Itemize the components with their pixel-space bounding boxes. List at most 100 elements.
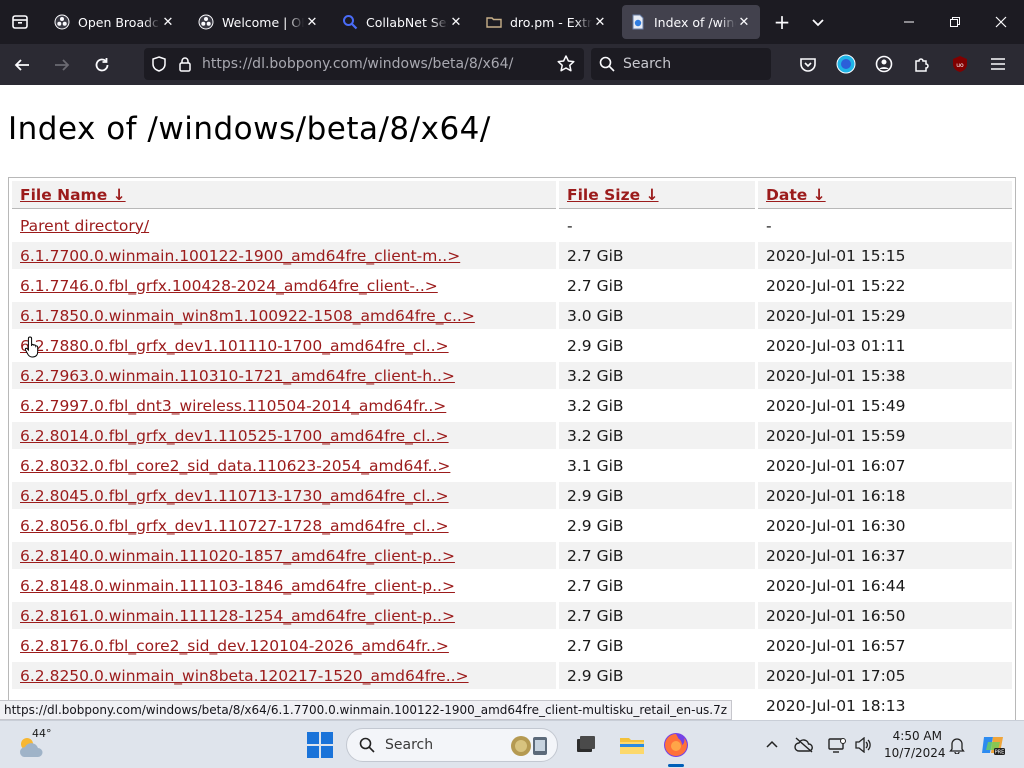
- search-placeholder: Search: [623, 56, 672, 72]
- account-icon: [875, 55, 893, 73]
- close-tab-icon[interactable]: ✕: [736, 15, 752, 30]
- parent-directory-link[interactable]: Parent directory/: [20, 217, 149, 235]
- table-row: 6.2.7997.0.fbl_dnt3_wireless.110504-2014…: [12, 392, 1012, 419]
- start-button[interactable]: [306, 731, 334, 759]
- file-name-cell: 6.2.7963.0.winmain.110310-1721_amd64fre_…: [12, 362, 556, 389]
- search-icon: [342, 14, 358, 30]
- close-tab-icon[interactable]: ✕: [592, 15, 608, 30]
- header-file-size: File Size ↓: [559, 181, 755, 209]
- file-name-cell: 6.2.7997.0.fbl_dnt3_wireless.110504-2014…: [12, 392, 556, 419]
- ublock-origin-button[interactable]: uo: [942, 48, 978, 80]
- globe-extension-icon: [836, 54, 856, 74]
- firefox-view-button[interactable]: [0, 0, 40, 44]
- file-name-cell: 6.2.8140.0.winmain.111020-1857_amd64fre_…: [12, 542, 556, 569]
- app-menu-button[interactable]: [980, 48, 1016, 80]
- page-title: Index of /windows/beta/8/x64/: [8, 111, 491, 147]
- file-link[interactable]: 6.2.8250.0.winmain_win8beta.120217-1520_…: [20, 667, 469, 685]
- file-size-cell: 2.7 GiB: [567, 276, 624, 295]
- list-all-tabs-button[interactable]: [800, 5, 836, 39]
- notifications-button[interactable]: [946, 733, 968, 757]
- file-link[interactable]: 6.2.8176.0.fbl_core2_sid_dev.120104-2026…: [20, 637, 449, 655]
- extension-globe-button[interactable]: [828, 48, 864, 80]
- search-icon: [359, 737, 375, 753]
- back-button[interactable]: [4, 49, 40, 81]
- file-date-cell: 2020-Jul-01 15:38: [758, 362, 1012, 389]
- tracking-protection-shield-icon[interactable]: [150, 55, 168, 73]
- tray-cloud-offline[interactable]: [792, 733, 816, 757]
- sort-by-name-link[interactable]: File Name ↓: [20, 186, 126, 204]
- search-bar[interactable]: Search: [591, 48, 771, 80]
- tab-5[interactable]: Index of /windows/beta/8/x64/✕: [622, 5, 760, 39]
- bookmark-star-icon[interactable]: [556, 54, 576, 74]
- file-name-cell: 6.2.8045.0.fbl_grfx_dev1.110713-1730_amd…: [12, 482, 556, 509]
- chevron-up-icon: [766, 740, 778, 748]
- mouse-pointer-hand-icon: [24, 336, 39, 358]
- file-link[interactable]: 6.2.8032.0.fbl_core2_sid_data.110623-205…: [20, 457, 450, 475]
- taskbar-app-file-explorer[interactable]: [616, 729, 648, 761]
- file-date-cell: 2020-Jul-01 15:29: [758, 302, 1012, 329]
- maximize-button[interactable]: [932, 0, 978, 44]
- close-tab-icon[interactable]: ✕: [160, 15, 176, 30]
- table-row: 6.2.8056.0.fbl_grfx_dev1.110727-1728_amd…: [12, 512, 1012, 539]
- minimize-button[interactable]: [886, 0, 932, 44]
- svg-text:uo: uo: [956, 62, 964, 69]
- show-hidden-icons-button[interactable]: [762, 733, 782, 757]
- url-path: /windows/beta/8/x64/: [362, 56, 514, 72]
- file-link[interactable]: 6.2.8140.0.winmain.111020-1857_amd64fre_…: [20, 547, 455, 565]
- lock-icon[interactable]: [178, 56, 192, 72]
- reload-button[interactable]: [84, 49, 120, 81]
- file-date-cell: 2020-Jul-01 16:18: [758, 482, 1012, 509]
- taskbar-search-box[interactable]: Search: [346, 728, 558, 762]
- extensions-button[interactable]: [904, 48, 940, 80]
- new-tab-button[interactable]: +: [764, 5, 800, 39]
- puzzle-icon: [915, 58, 929, 72]
- taskbar-app-firefox[interactable]: [660, 729, 692, 767]
- close-window-button[interactable]: [978, 0, 1024, 44]
- clock-date: 10/7/2024: [884, 746, 946, 760]
- file-size-cell: -: [567, 216, 573, 235]
- file-name-cell: 6.1.7700.0.winmain.100122-1900_amd64fre_…: [12, 242, 556, 269]
- copilot-button[interactable]: PRE: [978, 733, 1008, 757]
- file-link[interactable]: 6.2.7997.0.fbl_dnt3_wireless.110504-2014…: [20, 397, 446, 415]
- file-link[interactable]: 6.2.8161.0.winmain.111128-1254_amd64fre_…: [20, 607, 455, 625]
- tab-1[interactable]: Open Broadcaster Software✕: [46, 5, 184, 39]
- file-link[interactable]: 6.1.7850.0.winmain_win8m1.100922-1508_am…: [20, 307, 475, 325]
- table-row: 6.1.7746.0.fbl_grfx.100428-2024_amd64fre…: [12, 272, 1012, 299]
- taskbar-clock[interactable]: 4:50 AM 10/7/2024: [884, 728, 946, 762]
- file-link[interactable]: 6.2.7880.0.fbl_grfx_dev1.101110-1700_amd…: [20, 337, 449, 355]
- table-row: 6.2.7880.0.fbl_grfx_dev1.101110-1700_amd…: [12, 332, 1012, 359]
- url-text[interactable]: https://dl.bobpony.com/windows/beta/8/x6…: [202, 56, 513, 72]
- file-link[interactable]: 6.2.7963.0.winmain.110310-1721_amd64fre_…: [20, 367, 455, 385]
- close-tab-icon[interactable]: ✕: [304, 15, 320, 30]
- table-row: 6.2.8014.0.fbl_grfx_dev1.110525-1700_amd…: [12, 422, 1012, 449]
- file-link[interactable]: 6.2.8045.0.fbl_grfx_dev1.110713-1730_amd…: [20, 487, 449, 505]
- tab-title: Open Broadcaster Software: [78, 14, 160, 30]
- search-highlight-icon: [511, 736, 547, 756]
- file-link[interactable]: 6.1.7700.0.winmain.100122-1900_amd64fre_…: [20, 247, 460, 265]
- file-link[interactable]: 6.2.8056.0.fbl_grfx_dev1.110727-1728_amd…: [20, 517, 449, 535]
- account-button[interactable]: [866, 48, 902, 80]
- tab-2[interactable]: Welcome | OBS✕: [190, 5, 328, 39]
- file-date-cell: 2020-Jul-01 16:07: [766, 456, 906, 475]
- taskbar-app-task-view[interactable]: [570, 729, 602, 761]
- tray-network[interactable]: [826, 733, 848, 757]
- file-name-cell: 6.2.8176.0.fbl_core2_sid_dev.120104-2026…: [12, 632, 556, 659]
- tab-strip: Open Broadcaster Software✕Welcome | OBS✕…: [0, 0, 1024, 44]
- file-link[interactable]: 6.2.8148.0.winmain.111103-1846_amd64fre_…: [20, 577, 455, 595]
- sort-by-date-link[interactable]: Date ↓: [766, 186, 826, 204]
- tab-4[interactable]: dro.pm - Extremely simple✕: [478, 5, 616, 39]
- pocket-button[interactable]: [790, 48, 826, 80]
- sort-by-size-link[interactable]: File Size ↓: [567, 186, 659, 204]
- file-link[interactable]: 6.1.7746.0.fbl_grfx.100428-2024_amd64fre…: [20, 277, 438, 295]
- ublock-origin-icon: uo: [953, 56, 967, 72]
- table-row: 6.2.8140.0.winmain.111020-1857_amd64fre_…: [12, 542, 1012, 569]
- forward-button[interactable]: [44, 49, 80, 81]
- file-link[interactable]: 6.2.8014.0.fbl_grfx_dev1.110525-1700_amd…: [20, 427, 449, 445]
- plus-icon: +: [773, 10, 791, 34]
- close-tab-icon[interactable]: ✕: [448, 15, 464, 30]
- tab-3[interactable]: CollabNet SearXNG✕: [334, 5, 472, 39]
- weather-widget[interactable]: 44°: [14, 725, 58, 765]
- copilot-icon: PRE: [982, 737, 1005, 756]
- tray-volume[interactable]: [852, 733, 874, 757]
- url-bar[interactable]: https://dl.bobpony.com/windows/beta/8/x6…: [144, 48, 584, 80]
